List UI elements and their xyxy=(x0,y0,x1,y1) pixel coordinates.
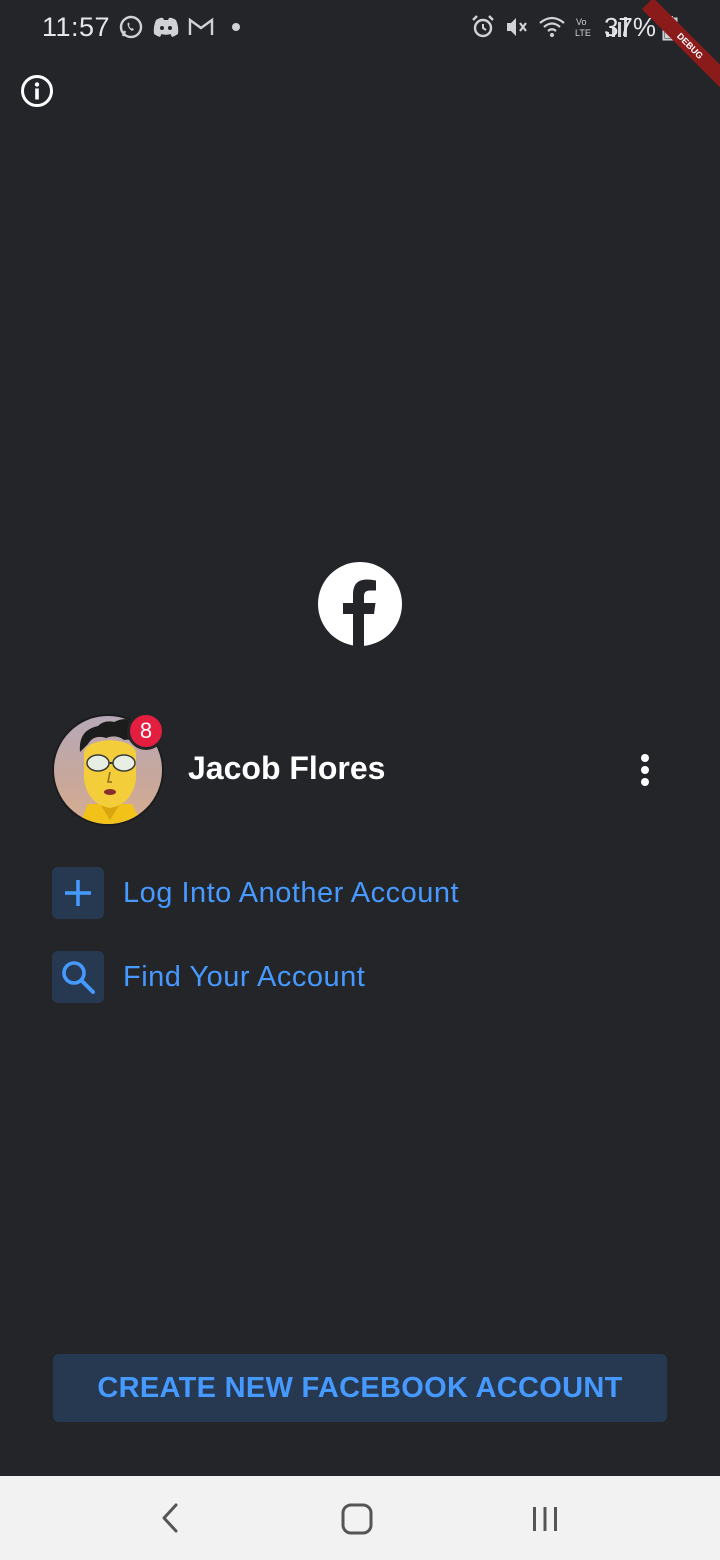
back-icon[interactable] xyxy=(156,1502,186,1534)
status-time: 11:57 xyxy=(42,12,111,42)
volte-icon: Vo LTE xyxy=(575,17,591,38)
gmail-icon xyxy=(188,17,214,35)
status-left-icons xyxy=(118,14,240,40)
svg-text:LTE: LTE xyxy=(575,28,591,38)
mute-icon xyxy=(507,18,527,36)
battery-percent: 37% xyxy=(603,12,656,42)
find-your-account-button[interactable]: Find Your Account xyxy=(52,950,512,1004)
search-icon xyxy=(62,961,95,994)
plus-icon xyxy=(65,880,91,906)
info-icon[interactable] xyxy=(20,74,54,108)
search-icon-box xyxy=(52,951,104,1003)
system-navigation-bar xyxy=(0,1476,720,1560)
log-into-another-account-button[interactable]: Log Into Another Account xyxy=(52,866,512,920)
more-options-icon[interactable] xyxy=(630,750,660,790)
status-bar: 11:57 Vo LTE 37% xyxy=(0,0,720,56)
log-into-another-account-label: Log Into Another Account xyxy=(123,876,460,909)
saved-account-row[interactable]: 8 Jacob Flores xyxy=(52,712,672,828)
notification-badge: 8 xyxy=(127,712,165,750)
dot-icon xyxy=(232,23,240,31)
plus-icon-box xyxy=(52,867,104,919)
recents-icon[interactable] xyxy=(528,1504,562,1534)
home-icon[interactable] xyxy=(340,1502,374,1536)
facebook-logo-icon xyxy=(318,562,402,646)
create-new-account-button[interactable]: CREATE NEW FACEBOOK ACCOUNT xyxy=(53,1354,667,1422)
discord-icon xyxy=(153,17,179,37)
alarm-icon xyxy=(472,15,494,38)
wifi-icon xyxy=(539,16,565,37)
account-name: Jacob Flores xyxy=(188,750,386,786)
svg-text:Vo: Vo xyxy=(576,17,587,27)
whatsapp-icon xyxy=(119,15,143,39)
find-your-account-label: Find Your Account xyxy=(123,960,366,993)
